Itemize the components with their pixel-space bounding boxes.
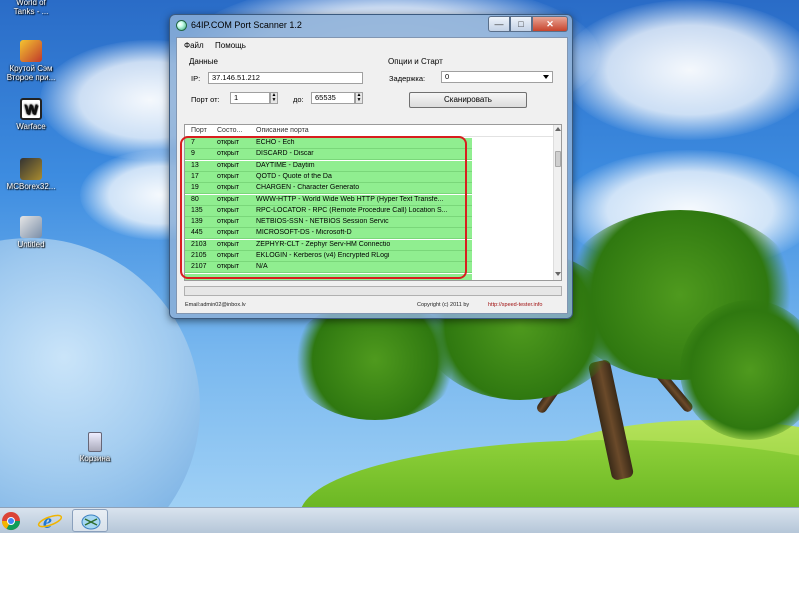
status-email: Email:admin02@inbox.lv [185,302,246,308]
scan-button[interactable]: Сканировать [409,92,527,108]
menu-help[interactable]: Помощь [215,41,246,50]
scrollbar-thumb[interactable] [555,151,561,167]
desktop-icon-recycle-bin[interactable]: Корзина [60,432,130,463]
chevron-down-icon [543,75,549,79]
desktop-icon-serious-sam[interactable]: Крутой Сэм Второе при... [0,40,66,82]
desktop-icon-label: Untitled [17,240,45,249]
taskbar-internet-explorer[interactable]: e [32,509,68,533]
window-title: 64IP.COM Port Scanner 1.2 [191,20,302,30]
scroll-up-arrow-icon[interactable] [555,127,561,131]
column-header-description[interactable]: Описание порта [256,127,309,134]
column-header-port[interactable]: Порт [191,127,207,134]
desktop-icon-label: Корзина [79,454,111,463]
titlebar[interactable]: 64IP.COM Port Scanner 1.2 — □ ✕ [170,15,572,37]
svg-text:e: e [43,511,52,532]
port-to-label: до: [293,95,304,104]
app-icon [176,20,187,31]
mcborex-icon [20,158,42,180]
ip-input[interactable]: 37.146.51.212 [208,72,363,84]
port-scanner-app-icon [81,514,101,530]
hill [300,440,799,507]
recycle-bin-icon [88,432,102,452]
annotation-highlight-box [180,136,467,279]
ip-label: IP: [191,74,201,83]
desktop-icon-label: MCBorex32... [6,182,56,191]
desktop-icon-untitled[interactable]: Untitled [0,216,66,249]
desktop-icon-warface[interactable]: W Warface [0,98,66,131]
minimize-button[interactable]: — [488,16,510,32]
column-header-state[interactable]: Состо... [217,127,242,134]
maximize-button[interactable]: □ [510,16,532,32]
options-group-title: Опции и Старт [388,57,443,66]
port-to-stepper[interactable]: ▲ ▼ [355,92,363,104]
scan-progress-bar [184,286,562,296]
desktop-icon-label: Warface [16,122,46,131]
chrome-icon [1,512,21,531]
port-from-label: Порт от: [191,95,220,104]
cloud [560,0,799,140]
vertical-scrollbar[interactable] [553,125,561,280]
delay-value: 0 [445,72,450,81]
close-button[interactable]: ✕ [532,16,568,32]
desktop-icon-world-of-tanks[interactable]: World of Tanks - ... [0,0,66,16]
desktop-icon-label: Крутой Сэм Второе при... [6,64,56,82]
delay-label: Задержка: [389,74,426,83]
status-url-link[interactable]: http://speed-tester.info [488,302,542,308]
desktop-icon-label: World of Tanks - ... [13,0,49,16]
untitled-file-icon [20,216,42,238]
scroll-down-arrow-icon[interactable] [555,272,561,276]
port-from-stepper[interactable]: ▲ ▼ [270,92,278,104]
warface-icon: W [20,98,42,120]
delay-select[interactable]: 0 [441,71,553,83]
serious-sam-icon [20,40,42,62]
desktop-icon-mcborex[interactable]: MCBorex32... [0,158,66,191]
data-group-title: Данные [189,57,218,66]
internet-explorer-icon: e [37,511,63,533]
taskbar: e [0,507,799,533]
taskbar-port-scanner[interactable] [72,509,108,532]
port-to-input[interactable]: 65535 [311,92,355,104]
menu-bar: Файл Помощь [177,38,567,52]
status-bar: Email:admin02@inbox.lv Copyright (c) 201… [177,299,567,313]
port-from-input[interactable]: 1 [230,92,270,104]
menu-file[interactable]: Файл [184,41,204,50]
start-button[interactable] [0,510,24,532]
status-copyright: Copyright (c) 2011 by [417,302,470,308]
